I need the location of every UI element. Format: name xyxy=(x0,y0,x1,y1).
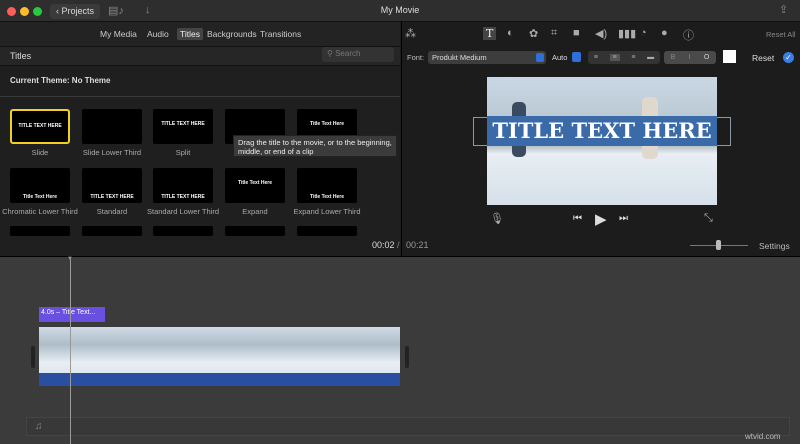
microphone-icon[interactable]: 🎙︎ xyxy=(490,212,504,225)
color-balance-icon[interactable]: ◐ xyxy=(507,27,514,39)
settings-button[interactable]: Settings xyxy=(759,241,790,251)
title-clip[interactable]: 4.0s – Title Text... xyxy=(39,307,105,322)
title-label: Slide Lower Third xyxy=(82,148,142,157)
preview-title-text[interactable]: TITLE TEXT HERE xyxy=(487,116,717,146)
title-thumbnail[interactable] xyxy=(82,109,142,144)
current-theme-label: Current Theme: No Theme xyxy=(10,76,111,85)
title-thumbnail[interactable]: Title Text Here xyxy=(297,168,357,203)
tooltip: Drag the title to the movie, or to the b… xyxy=(233,135,397,157)
divider xyxy=(0,96,400,97)
tab-titles[interactable]: Titles xyxy=(177,28,203,40)
tab-backgrounds[interactable]: Backgrounds xyxy=(207,29,257,39)
tab-my-media[interactable]: My Media xyxy=(100,29,137,39)
thumbnail-preview-text: Title Text Here xyxy=(310,194,344,200)
timecode-current: 00:02 xyxy=(372,240,395,250)
thumbnail-preview-text: Title Text Here xyxy=(238,180,272,186)
share-icon[interactable]: ⇪ xyxy=(779,3,788,16)
info-icon[interactable]: ⓘ xyxy=(683,27,694,43)
title-thumbnail[interactable] xyxy=(153,226,213,236)
volume-icon[interactable]: ◀) xyxy=(595,27,607,40)
justify-icon[interactable]: ▬ xyxy=(647,54,654,61)
equalizer-icon[interactable]: ▮▮▮ xyxy=(618,27,636,40)
tab-audio[interactable]: Audio xyxy=(147,29,169,39)
search-icon: ⚲ xyxy=(327,49,336,58)
skip-forward-icon[interactable]: ⏭︎ xyxy=(619,213,628,224)
zoom-slider-thumb[interactable] xyxy=(716,240,721,250)
playhead[interactable] xyxy=(70,258,71,444)
title-bar: ‹ Projects My Movie ▤♪ ↓ ⇪ xyxy=(0,0,800,22)
title-thumbnail[interactable] xyxy=(297,226,357,236)
thumbnail-preview-text: Title Text Here xyxy=(23,194,57,200)
thumbnail-preview-text: Title Text Here xyxy=(310,121,344,127)
titles-tool-icon[interactable]: T xyxy=(483,27,497,40)
title-thumbnail[interactable]: Title Text Here xyxy=(10,168,70,203)
font-select[interactable]: Produkt Medium xyxy=(428,51,546,64)
title-label: Standard xyxy=(96,207,128,216)
filter-icon[interactable]: ● xyxy=(661,27,668,39)
thumbnail-preview-text: TITLE TEXT HERE xyxy=(161,194,205,200)
clip-trim-handle-left[interactable] xyxy=(31,346,35,368)
title-thumbnail[interactable]: TITLE TEXT HERE xyxy=(153,168,213,203)
audio-track[interactable]: ♫ xyxy=(26,417,790,436)
title-thumbnail[interactable] xyxy=(10,226,70,236)
italic-icon[interactable]: I xyxy=(689,54,691,61)
title-label: Standard Lower Third xyxy=(147,207,219,216)
bold-icon[interactable]: B xyxy=(671,54,676,61)
search-placeholder: Search xyxy=(335,49,361,58)
thumbnail-preview-text: TITLE TEXT HERE xyxy=(161,121,205,127)
font-size-select[interactable]: Auto xyxy=(552,53,567,62)
timecode-separator: / xyxy=(397,240,400,250)
thumbnail-preview-text: TITLE TEXT HERE xyxy=(18,123,62,129)
align-center-icon[interactable]: ≡ xyxy=(609,54,620,61)
tab-transitions[interactable]: Transitions xyxy=(260,29,301,39)
align-left-icon[interactable]: ≡ xyxy=(594,54,598,61)
title-label: Expand Lower Third xyxy=(293,207,361,216)
reset-all-button[interactable]: Reset All xyxy=(766,30,796,39)
video-clip[interactable] xyxy=(39,327,400,386)
alignment-group: ≡ ≡ ≡ ▬ xyxy=(588,51,660,64)
title-label: Slide xyxy=(31,148,49,157)
media-import-icon[interactable]: ▤♪ xyxy=(108,4,124,17)
size-dropdown-icon[interactable] xyxy=(572,52,581,62)
browser-tabs: My Media Audio Titles Backgrounds Transi… xyxy=(0,22,400,46)
crop-icon[interactable]: ⌗ xyxy=(551,27,557,40)
thumbnail-preview-text: TITLE TEXT HERE xyxy=(90,194,134,200)
search-input[interactable]: ⚲ Search xyxy=(322,47,394,62)
play-icon[interactable]: ▶ xyxy=(595,210,607,228)
import-arrow-icon[interactable]: ↓ xyxy=(145,4,151,16)
title-thumbnail[interactable]: TITLE TEXT HERE xyxy=(153,109,213,144)
camera-icon[interactable]: ■ xyxy=(573,27,580,39)
text-color-swatch[interactable] xyxy=(723,50,736,63)
title-label: Split xyxy=(175,148,191,157)
font-label: Font: xyxy=(407,53,425,62)
title-thumbnail[interactable]: Title Text Here xyxy=(225,168,285,203)
watermark: wtvid.com xyxy=(745,432,781,441)
title-thumbnail[interactable] xyxy=(82,226,142,236)
clip-trim-handle-right[interactable] xyxy=(405,346,409,368)
title-thumbnail[interactable]: TITLE TEXT HERE xyxy=(10,109,70,144)
color-palette-icon[interactable]: ✿ xyxy=(529,27,538,40)
font-value: Produkt Medium xyxy=(432,53,487,62)
align-right-icon[interactable]: ≡ xyxy=(631,54,635,61)
timecode-duration: 00:21 xyxy=(406,240,429,250)
speed-icon[interactable]: ◔ xyxy=(640,27,647,39)
fullscreen-icon[interactable]: ⤡ xyxy=(704,212,713,225)
title-label: Expand xyxy=(242,207,268,216)
font-dropdown-icon xyxy=(536,53,544,62)
skip-back-icon[interactable]: ⏮︎ xyxy=(573,213,582,224)
outline-icon[interactable]: O xyxy=(704,54,709,61)
browser-title: Titles xyxy=(10,51,32,61)
apply-checkmark-icon[interactable]: ✓ xyxy=(783,52,794,63)
title-thumbnail[interactable]: TITLE TEXT HERE xyxy=(82,168,142,203)
title-label: Chromatic Lower Third xyxy=(2,207,78,216)
music-note-icon: ♫ xyxy=(35,421,43,432)
style-group: BIO xyxy=(664,51,716,64)
reset-button[interactable]: Reset xyxy=(752,53,774,63)
title-thumbnail[interactable] xyxy=(225,226,285,236)
magic-wand-icon[interactable]: ⁂ xyxy=(405,27,416,40)
